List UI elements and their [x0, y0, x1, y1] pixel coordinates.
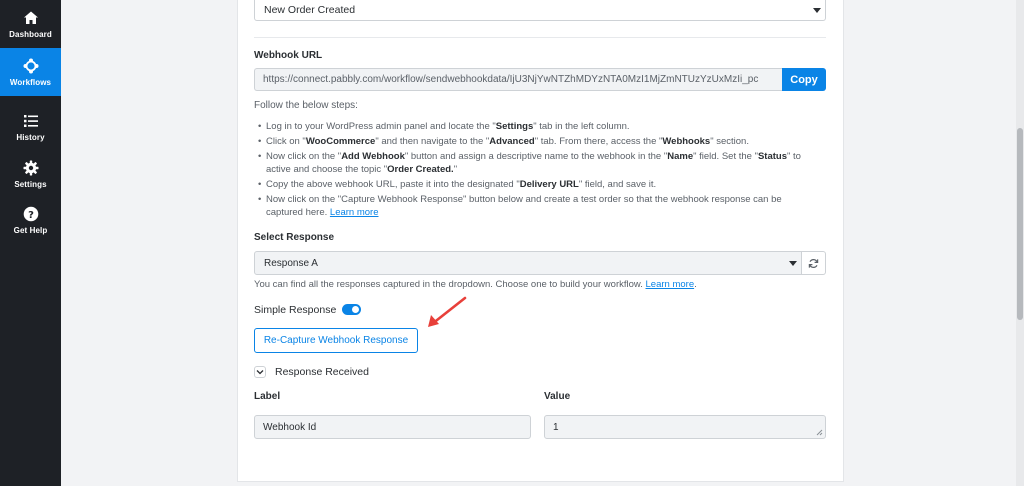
response-value-field[interactable]: 1 — [544, 415, 826, 439]
step-item: Copy the above webhook URL, paste it int… — [258, 178, 818, 191]
step-item: Log in to your WordPress admin panel and… — [258, 120, 818, 133]
step-emphasis: WooCommerce — [305, 136, 376, 147]
gear-icon — [23, 160, 38, 175]
svg-text:?: ? — [28, 210, 34, 221]
step-text: Now click on the " — [266, 151, 342, 162]
response-hint: You can find all the responses captured … — [254, 279, 697, 290]
step-text: Click on " — [266, 136, 306, 147]
response-value-text: 1 — [553, 422, 559, 433]
collapse-toggle[interactable] — [254, 366, 266, 378]
sidebar-item-dashboard[interactable]: Dashboard — [0, 0, 61, 48]
sidebar-item-label: Workflows — [9, 77, 52, 87]
step-emphasis: Advanced — [489, 136, 535, 147]
sidebar-item-label: Dashboard — [9, 29, 52, 39]
annotation-arrow — [428, 296, 467, 327]
step-item: Now click on the "Add Webhook" button an… — [258, 150, 818, 176]
step-text: " field, and save it. — [578, 179, 657, 190]
chevron-down-icon — [813, 8, 821, 13]
step-text: " and then navigate to the " — [375, 136, 490, 147]
sidebar-item-history[interactable]: History — [0, 103, 61, 151]
response-select[interactable]: Response A — [254, 251, 802, 275]
webhook-url-field[interactable]: https://connect.pabbly.com/workflow/send… — [254, 68, 782, 91]
sidebar-item-settings[interactable]: Settings — [0, 150, 61, 198]
recapture-webhook-button[interactable]: Re-Capture Webhook Response — [254, 328, 418, 353]
learn-more-link[interactable]: Learn more — [646, 279, 695, 290]
steps-title: Follow the below steps: — [254, 100, 358, 111]
list-icon — [23, 114, 38, 127]
step-text: " field. Set the " — [693, 151, 758, 162]
question-icon: ? — [23, 206, 38, 221]
step-text: Copy the above webhook URL, paste it int… — [266, 179, 520, 190]
step-emphasis: Name — [667, 151, 694, 162]
sidebar-item-workflows[interactable]: Workflows — [0, 48, 61, 96]
step-emphasis: Order Created. — [387, 164, 454, 175]
sidebar: Dashboard Workflows History Settings ? G… — [0, 0, 61, 486]
step-emphasis: Add Webhook — [341, 151, 405, 162]
simple-response-label: Simple Response — [254, 304, 337, 316]
response-hint-end: . — [694, 279, 697, 290]
refresh-responses-button[interactable] — [802, 251, 826, 275]
workflow-icon — [23, 58, 38, 73]
scrollbar-thumb[interactable] — [1017, 128, 1023, 320]
divider — [254, 37, 826, 38]
simple-response-toggle[interactable] — [342, 304, 361, 315]
toggle-knob — [352, 306, 359, 313]
resize-handle-icon[interactable] — [816, 429, 823, 436]
sidebar-item-label: Get Help — [13, 225, 48, 235]
step-text: " tab. From there, access the " — [534, 136, 663, 147]
webhook-config-card: New Order Created Webhook URL https://co… — [237, 0, 844, 482]
sidebar-item-get-help[interactable]: ? Get Help — [0, 196, 61, 244]
copy-button[interactable]: Copy — [782, 68, 826, 91]
select-response-label: Select Response — [254, 232, 335, 243]
step-text: Log in to your WordPress admin panel and… — [266, 121, 496, 132]
refresh-icon — [808, 258, 819, 268]
scrollbar[interactable] — [1016, 0, 1024, 486]
step-emphasis: Webhooks — [662, 136, 711, 147]
step-item: Click on "WooCommerce" and then navigate… — [258, 135, 818, 148]
trigger-event-select[interactable]: New Order Created — [254, 0, 826, 21]
webhook-url-label: Webhook URL — [254, 50, 323, 61]
step-item: Now click on the "Capture Webhook Respon… — [258, 193, 818, 219]
step-text: " section. — [710, 136, 749, 147]
home-icon — [23, 11, 38, 24]
learn-more-link[interactable]: Learn more — [330, 207, 379, 218]
step-text: " — [453, 164, 458, 175]
response-label-field[interactable]: Webhook Id — [254, 415, 531, 439]
step-emphasis: Delivery URL — [519, 179, 579, 190]
trigger-event-value: New Order Created — [264, 4, 356, 16]
chevron-down-icon — [789, 261, 797, 266]
response-select-value: Response A — [264, 258, 318, 269]
step-text: " tab in the left column. — [533, 121, 630, 132]
chevron-down-icon — [256, 370, 264, 375]
step-emphasis: Settings — [495, 121, 534, 132]
sidebar-item-label: Settings — [14, 179, 47, 189]
steps-list: Log in to your WordPress admin panel and… — [258, 120, 818, 221]
step-emphasis: Status — [757, 151, 787, 162]
sidebar-item-label: History — [16, 132, 45, 142]
label-column-header: Label — [254, 391, 281, 402]
value-column-header: Value — [544, 391, 571, 402]
response-received-heading: Response Received — [275, 366, 369, 378]
response-hint-text: You can find all the responses captured … — [254, 279, 646, 290]
step-text: " button and assign a descriptive name t… — [404, 151, 668, 162]
